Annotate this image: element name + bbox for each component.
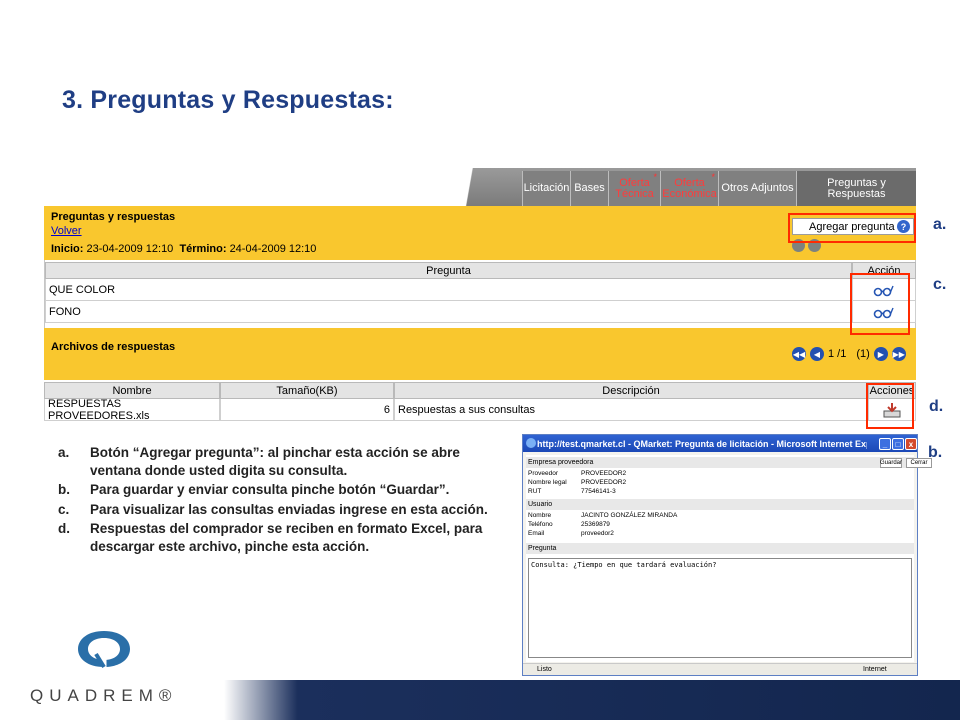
popup-body: Empresa proveedora Guardar Cerrar Provee… [526, 455, 932, 662]
files-table: Nombre Tamaño(KB) Descripción Acciones R… [44, 380, 916, 430]
highlight-add-question [788, 213, 916, 243]
panel-dates: Inicio: 23-04-2009 12:10 Término: 24-04-… [51, 243, 317, 255]
section-question: Pregunta [526, 543, 914, 554]
header-nombre: Nombre [44, 382, 220, 399]
minimize-icon[interactable]: _ [879, 438, 891, 450]
files-panel-title: Archivos de respuestas [51, 341, 176, 353]
pager-text: 1 /1 [828, 348, 847, 360]
prev-page-icon[interactable]: ◀ [810, 347, 824, 361]
callout-a: a. [933, 216, 947, 233]
callout-b: b. [928, 444, 943, 461]
slide-title: 3. Preguntas y Respuestas: [62, 86, 394, 114]
questions-header-panel: Preguntas y respuestas Volver Inicio: 23… [44, 206, 916, 260]
required-icon: * [711, 172, 715, 182]
header-descripcion: Descripción [394, 382, 868, 399]
first-page-icon[interactable]: ◀◀ [792, 347, 806, 361]
files-pager: ◀◀ ◀ 1 /1 (1) ▶ ▶▶ [792, 347, 906, 361]
list-item: a. Botón “Agregar pregunta”: al pinchar e… [58, 445, 460, 478]
section-supplier: Empresa proveedora [526, 457, 914, 468]
footer-bar [224, 680, 960, 720]
brand-name: QUADREM® [30, 686, 178, 705]
header-pregunta: Pregunta [45, 262, 852, 279]
table-row: Email proveedor2 [528, 530, 614, 537]
quadrem-logo-icon [78, 631, 130, 669]
panel-title: Preguntas y respuestas [51, 211, 176, 223]
last-page-icon[interactable]: ▶▶ [891, 347, 906, 361]
list-item: b. Para guardar y enviar consulta pinche … [58, 482, 450, 497]
list-item: d. Respuestas del comprador se reciben en… [58, 521, 483, 554]
section-user: Usuario [526, 499, 914, 510]
browser-icon [526, 438, 536, 448]
table-row: Teléfono 25369879 [528, 521, 610, 528]
instructions-list: a. Botón “Agregar pregunta”: al pinchar e… [58, 444, 506, 557]
tab-bases[interactable]: Bases [570, 171, 608, 206]
table-row: Nombre JACINTO GONZÁLEZ MIRANDA [528, 512, 678, 519]
table-row: RUT 77546141-3 [528, 488, 616, 495]
callout-d: d. [929, 398, 944, 415]
table-row: QUE COLOR [45, 279, 852, 301]
list-item: c. Para visualizar las consultas enviadas… [58, 501, 488, 517]
questions-table: Pregunta Acción QUE COLOR FONO [44, 260, 916, 328]
close-icon[interactable]: x [905, 438, 917, 450]
tender-screen: Licitación Bases Oferta Técnica * Oferta … [44, 168, 916, 430]
tab-oferta-economica[interactable]: Oferta Económica * [660, 171, 718, 206]
maximize-icon[interactable]: □ [892, 438, 904, 450]
tab-preguntas-respuestas[interactable]: Preguntas y Respuestas [796, 171, 916, 206]
files-header-panel: Archivos de respuestas ◀◀ ◀ 1 /1 (1) ▶ ▶… [44, 328, 916, 380]
table-row: Nombre legal PROVEEDOR2 [528, 479, 627, 486]
question-popup-window: http://test.qmarket.cl - QMarket: Pregun… [522, 434, 932, 676]
file-name-cell: RESPUESTAS PROVEEDORES.xls [44, 398, 220, 422]
table-row: Proveedor PROVEEDOR2 [528, 470, 627, 477]
callout-c: c. [933, 276, 947, 293]
highlight-download [866, 383, 914, 429]
tab-bar: Licitación Bases Oferta Técnica * Oferta … [44, 168, 916, 206]
pager-count: (1) [856, 348, 870, 360]
next-page-icon[interactable]: ▶ [873, 347, 888, 361]
tab-oferta-tecnica[interactable]: Oferta Técnica * [608, 171, 660, 206]
required-icon: * [653, 172, 657, 182]
table-row: FONO [45, 301, 852, 323]
file-description-cell: Respuestas a sus consultas [394, 399, 868, 421]
header-tamano: Tamaño(KB) [220, 382, 394, 399]
guardar-button[interactable]: Guardar [880, 458, 902, 468]
tab-licitacion[interactable]: Licitación [522, 171, 570, 206]
back-link[interactable]: Volver [51, 225, 82, 237]
file-size-cell: 6 [220, 399, 394, 421]
question-textarea[interactable]: Consulta: ¿Tiempo en que tardará evaluac… [528, 558, 912, 658]
tab-otros-adjuntos[interactable]: Otros Adjuntos [718, 171, 796, 206]
highlight-view-questions [850, 273, 910, 335]
popup-statusbar: Listo Internet [523, 663, 917, 675]
popup-titlebar[interactable]: http://test.qmarket.cl - QMarket: Pregun… [523, 435, 917, 452]
